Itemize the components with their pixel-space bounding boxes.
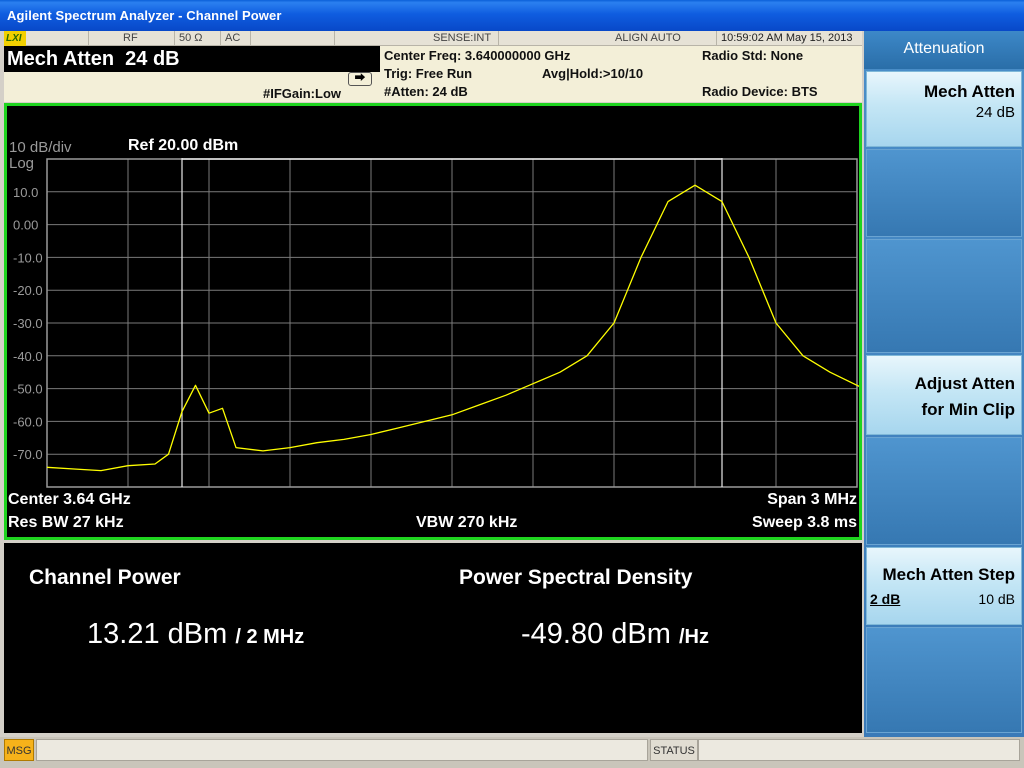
radio-device-readout: Radio Device: BTS — [702, 84, 818, 99]
softkey-panel: Attenuation Mech Atten 24 dB Adjust Atte… — [864, 31, 1024, 737]
y-tick-label: -30.0 — [13, 316, 43, 331]
radio-std-readout: Radio Std: None — [702, 48, 804, 63]
ifgain-indicator: #IFGain:Low — [263, 86, 341, 101]
span-label: Span 3 MHz — [767, 491, 857, 508]
y-tick-label: 0.00 — [13, 218, 38, 233]
impedance-indicator: 50 Ω — [174, 31, 220, 46]
softkey-blank-3[interactable] — [866, 239, 1022, 353]
rf-indicator: RF — [88, 31, 174, 46]
avg-hold-readout: Avg|Hold:>10/10 — [542, 66, 644, 81]
psd-readout: -49.80 dBm /Hz — [521, 618, 709, 651]
datetime-display: 10:59:02 AM May 15, 2013 — [716, 31, 862, 46]
status-strip: LXI RF 50 Ω AC SENSE:INT ALIGN AUTO 10:5… — [4, 31, 862, 46]
channel-power-readout: 13.21 dBm / 2 MHz — [87, 618, 304, 651]
channel-power-unit: / 2 MHz — [235, 626, 305, 648]
measurement-header: Mech Atten 24 dB ⮕ #IFGain:Low Center Fr… — [4, 46, 862, 102]
center-freq-readout: Center Freq: 3.640000000 GHz — [384, 48, 571, 63]
adjust-atten-line1: Adjust Atten — [914, 374, 1015, 393]
softkey-blank-5[interactable] — [866, 437, 1022, 545]
center-freq-label: Center 3.64 GHz — [8, 491, 131, 508]
channel-power-label: Channel Power — [29, 566, 181, 589]
vbw-label: VBW 270 kHz — [416, 514, 518, 531]
status-spacer — [250, 31, 334, 46]
y-tick-label: -20.0 — [13, 283, 43, 298]
mech-atten-step-option-2db: 2 dB — [870, 591, 901, 607]
lxi-logo-icon: LXI — [4, 31, 26, 46]
window-title-bar: Agilent Spectrum Analyzer - Channel Powe… — [0, 0, 1024, 31]
adjust-atten-min-clip-softkey[interactable]: Adjust Atten for Min Clip — [866, 355, 1022, 435]
status-field — [698, 739, 1020, 761]
softkey-blank-7[interactable] — [866, 627, 1022, 733]
sweep-label: Sweep 3.8 ms — [752, 514, 857, 531]
spectrum-graph-window[interactable]: 10.0 0.00 -10.0 -20.0 -30.0 -40.0 -50.0 -60.0 -7… — [4, 103, 862, 540]
next-window-button[interactable]: ⮕ — [348, 72, 372, 86]
ref-level-label: Ref 20.00 dBm — [128, 137, 239, 154]
status-button[interactable]: STATUS — [650, 739, 698, 761]
coupling-indicator: AC — [220, 31, 250, 46]
mech-atten-step-option-10db: 10 dB — [978, 591, 1015, 607]
y-tick-label: -70.0 — [13, 447, 43, 462]
bottom-status-bar: MSG STATUS — [0, 737, 1024, 768]
mech-atten-step-softkey[interactable]: Mech Atten Step 2 dB 10 dB — [866, 547, 1022, 625]
trigger-readout: Trig: Free Run — [384, 66, 473, 81]
y-tick-label: -50.0 — [13, 382, 43, 397]
mech-atten-step-label: Mech Atten Step — [882, 565, 1015, 584]
scale-type-label: Log — [9, 155, 35, 172]
scale-per-div-label: 10 dB/div — [9, 139, 72, 156]
res-bw-label: Res BW 27 kHz — [8, 514, 124, 531]
msg-button[interactable]: MSG — [4, 739, 34, 761]
spectrum-trace-plot: 10.0 0.00 -10.0 -20.0 -30.0 -40.0 -50.0 -60.0 -7… — [13, 158, 859, 488]
adjust-atten-line2: for Min Clip — [921, 400, 1015, 419]
message-field — [36, 739, 648, 761]
y-tick-label: 10.0 — [13, 185, 38, 200]
psd-unit: /Hz — [678, 626, 709, 648]
channel-power-value: 13.21 dBm — [87, 618, 228, 650]
spectrum-trace — [46, 184, 859, 472]
results-window: Channel Power 13.21 dBm / 2 MHz Power Sp… — [4, 543, 862, 733]
mech-atten-softkey[interactable]: Mech Atten 24 dB — [866, 71, 1022, 147]
mech-atten-softkey-label: Mech Atten — [924, 82, 1015, 101]
align-indicator: ALIGN AUTO — [498, 31, 716, 46]
psd-label: Power Spectral Density — [459, 566, 693, 589]
psd-value: -49.80 dBm — [521, 618, 671, 650]
mech-atten-softkey-value: 24 dB — [975, 104, 1015, 121]
window-title: Agilent Spectrum Analyzer - Channel Powe… — [7, 8, 282, 23]
sense-indicator: SENSE:INT — [334, 31, 498, 46]
softkey-blank-2[interactable] — [866, 149, 1022, 237]
active-function-display: Mech Atten 24 dB — [4, 46, 380, 72]
y-tick-label: -40.0 — [13, 349, 43, 364]
atten-readout: #Atten: 24 dB — [384, 84, 468, 99]
softkey-menu-title: Attenuation — [864, 31, 1024, 69]
y-tick-label: -10.0 — [13, 250, 43, 265]
y-tick-label: -60.0 — [13, 414, 43, 429]
